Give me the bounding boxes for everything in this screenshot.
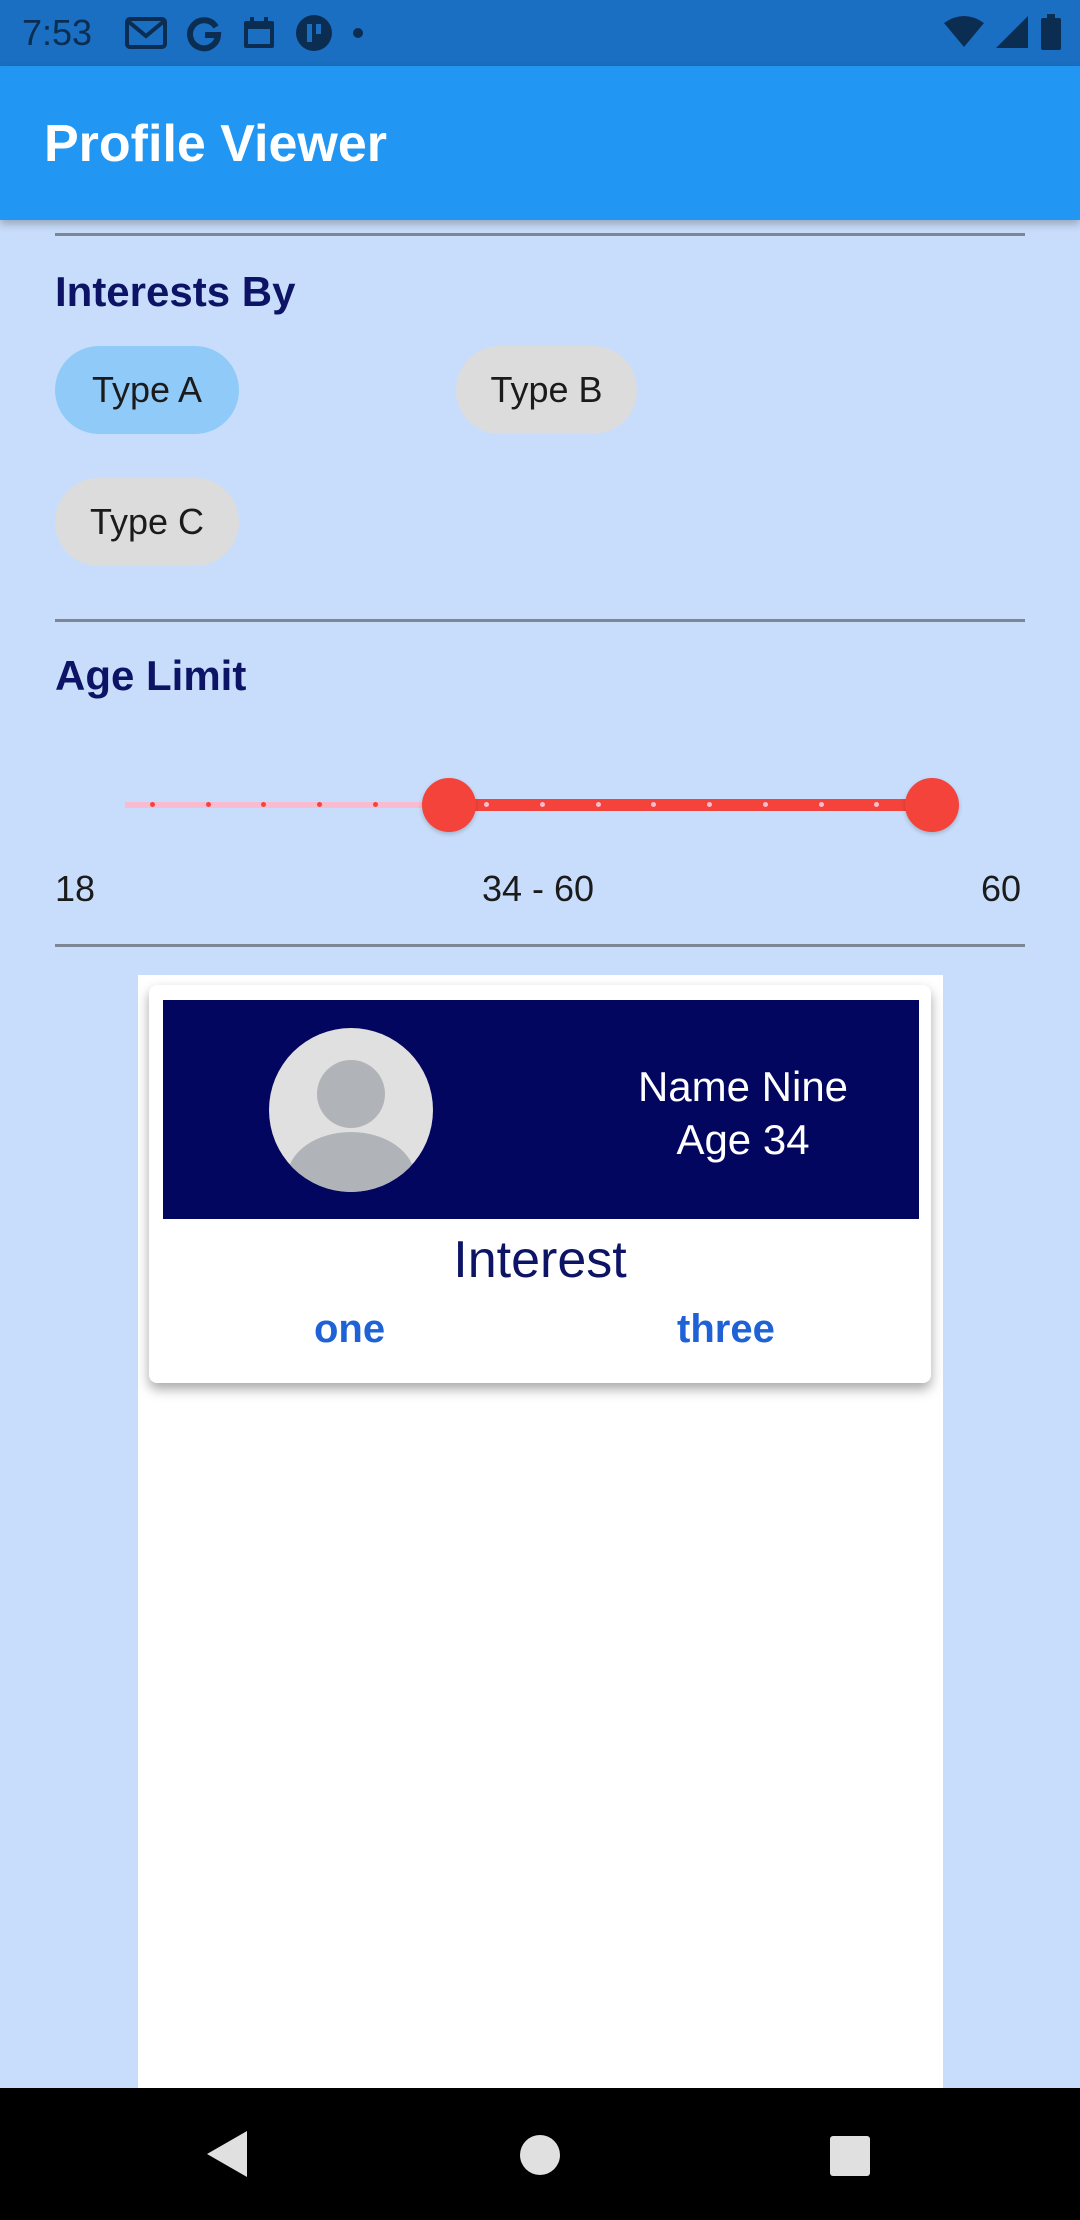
slider-track-active: [449, 799, 932, 811]
slider-tick: [205, 802, 211, 807]
wifi-icon: [944, 16, 984, 47]
chip-type-a[interactable]: Type A: [55, 346, 239, 434]
chip-type-b[interactable]: Type B: [456, 346, 637, 434]
recents-icon[interactable]: [829, 2135, 871, 2177]
slider-tick: [595, 802, 601, 807]
slider-tick: [372, 802, 378, 807]
status-bar: 7:53: [0, 0, 1080, 66]
interest-title: Interest: [453, 1231, 627, 1289]
interests-title: Interests By: [55, 268, 296, 315]
profile-card[interactable]: Name Nine Age 34 Interest one three: [149, 985, 931, 1383]
signal-icon: [996, 16, 1028, 48]
profile-age: Age 34: [676, 1116, 810, 1163]
battery-icon: [1041, 14, 1061, 50]
profile-name: Name Nine: [637, 1063, 849, 1110]
avatar: [269, 1028, 433, 1192]
divider: [55, 619, 1025, 622]
person-icon: [287, 1060, 415, 1192]
profile-card-header: Name Nine Age 34: [163, 1000, 919, 1219]
back-icon[interactable]: [205, 2129, 249, 2179]
slider-tick: [150, 802, 155, 807]
interest-item: one: [314, 1307, 386, 1351]
calendar-icon: [244, 17, 274, 48]
slider-track-inactive: [125, 802, 450, 808]
chip-type-c[interactable]: Type C: [55, 478, 239, 566]
slider-tick: [540, 802, 545, 807]
age-max-label: 60: [981, 868, 1022, 909]
google-icon: [187, 17, 222, 52]
slider-tick: [762, 802, 768, 807]
age-limit-title: Age Limit: [55, 652, 247, 699]
interest-item: three: [677, 1307, 775, 1351]
age-min-label: 18: [55, 868, 96, 909]
age-range-slider[interactable]: [125, 778, 959, 832]
navigation-bar: [0, 2088, 1080, 2220]
slider-thumb-low[interactable]: [422, 778, 477, 832]
slider-tick: [818, 802, 824, 807]
divider: [55, 233, 1025, 236]
dot-icon: [353, 28, 363, 38]
gmail-icon: [125, 17, 167, 49]
slider-thumb-high[interactable]: [905, 778, 959, 832]
status-time: 7:53: [22, 12, 93, 53]
app-icon: [296, 15, 332, 51]
age-range-label: 34 - 60: [482, 868, 595, 909]
divider: [55, 944, 1025, 947]
page-title: Profile Viewer: [44, 115, 387, 173]
app-bar: Profile Viewer: [0, 66, 1080, 220]
home-icon[interactable]: [519, 2134, 561, 2176]
